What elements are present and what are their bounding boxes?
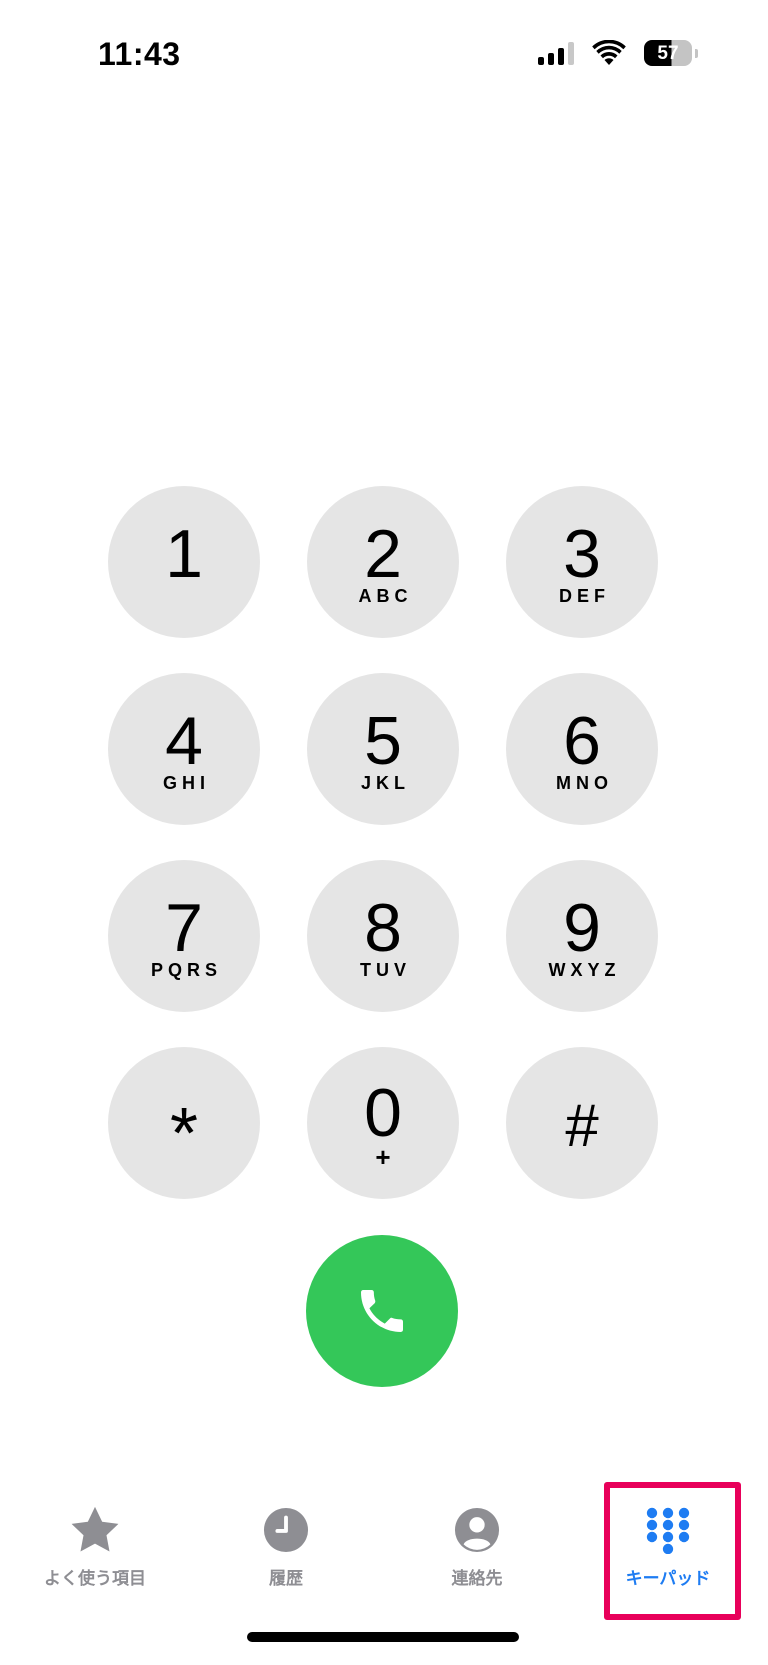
tab-contacts[interactable]: 連絡先: [382, 1480, 572, 1600]
wifi-icon: [592, 40, 626, 66]
keypad-icon: [644, 1506, 692, 1554]
key-7[interactable]: 7 PQRS: [108, 860, 260, 1012]
tab-label: 連絡先: [451, 1569, 503, 1588]
key-4[interactable]: 4 GHI: [108, 673, 260, 825]
key-letters: PQRS: [150, 960, 222, 980]
key-letters: WXYZ: [548, 960, 621, 980]
call-button[interactable]: [306, 1235, 458, 1387]
key-digit: *: [169, 1094, 199, 1174]
star-icon: [69, 1506, 121, 1554]
tab-label: キーパッド: [625, 1569, 711, 1588]
phone-icon: [361, 1290, 403, 1332]
battery-icon: 57: [644, 40, 698, 66]
key-hash[interactable]: #: [506, 1047, 658, 1199]
clock-icon: [263, 1506, 309, 1554]
key-1[interactable]: 1: [108, 486, 260, 638]
key-letters: JKL: [360, 773, 410, 793]
tab-label: 履歴: [269, 1569, 303, 1588]
key-9[interactable]: 9 WXYZ: [506, 860, 658, 1012]
key-letters: DEF: [559, 586, 610, 606]
key-8[interactable]: 8 TUV: [307, 860, 459, 1012]
tab-keypad[interactable]: キーパッド: [573, 1480, 763, 1600]
tab-favorites[interactable]: よく使う項目: [0, 1480, 190, 1600]
key-5[interactable]: 5 JKL: [307, 673, 459, 825]
key-0[interactable]: 0 +: [307, 1047, 459, 1199]
key-digit: #: [565, 1092, 599, 1159]
battery-level: 57: [644, 40, 692, 66]
key-2[interactable]: 2 ABC: [307, 486, 459, 638]
key-digit: 3: [563, 516, 601, 592]
key-digit: 0: [364, 1075, 402, 1151]
key-letters: ABC: [358, 586, 413, 606]
key-digit: 6: [563, 703, 601, 779]
dial-keypad: 1 2 ABC 3 DEF 4 GHI 5 JKL 6 MNO 7 PQRS 8…: [108, 486, 658, 1199]
key-star[interactable]: *: [108, 1047, 260, 1199]
home-indicator: [247, 1632, 519, 1642]
key-letters: +: [375, 1142, 391, 1172]
tab-recents[interactable]: 履歴: [191, 1480, 381, 1600]
person-icon: [454, 1506, 500, 1554]
status-time: 11:43: [98, 36, 181, 72]
cellular-signal-icon: [538, 41, 574, 65]
status-icons: 57: [538, 40, 698, 66]
key-digit: 8: [364, 890, 402, 966]
key-digit: 7: [165, 890, 203, 966]
key-letters: TUV: [360, 960, 411, 980]
key-digit: 1: [165, 516, 203, 592]
key-6[interactable]: 6 MNO: [506, 673, 658, 825]
tab-bar: よく使う項目 履歴 連絡先 キーパッド: [0, 1480, 768, 1600]
key-3[interactable]: 3 DEF: [506, 486, 658, 638]
key-letters: GHI: [162, 773, 210, 793]
key-digit: 2: [364, 516, 402, 592]
key-digit: 9: [563, 890, 601, 966]
key-digit: 5: [364, 703, 402, 779]
tab-label: よく使う項目: [44, 1569, 146, 1588]
key-digit: 4: [165, 703, 203, 779]
key-letters: MNO: [556, 773, 613, 793]
